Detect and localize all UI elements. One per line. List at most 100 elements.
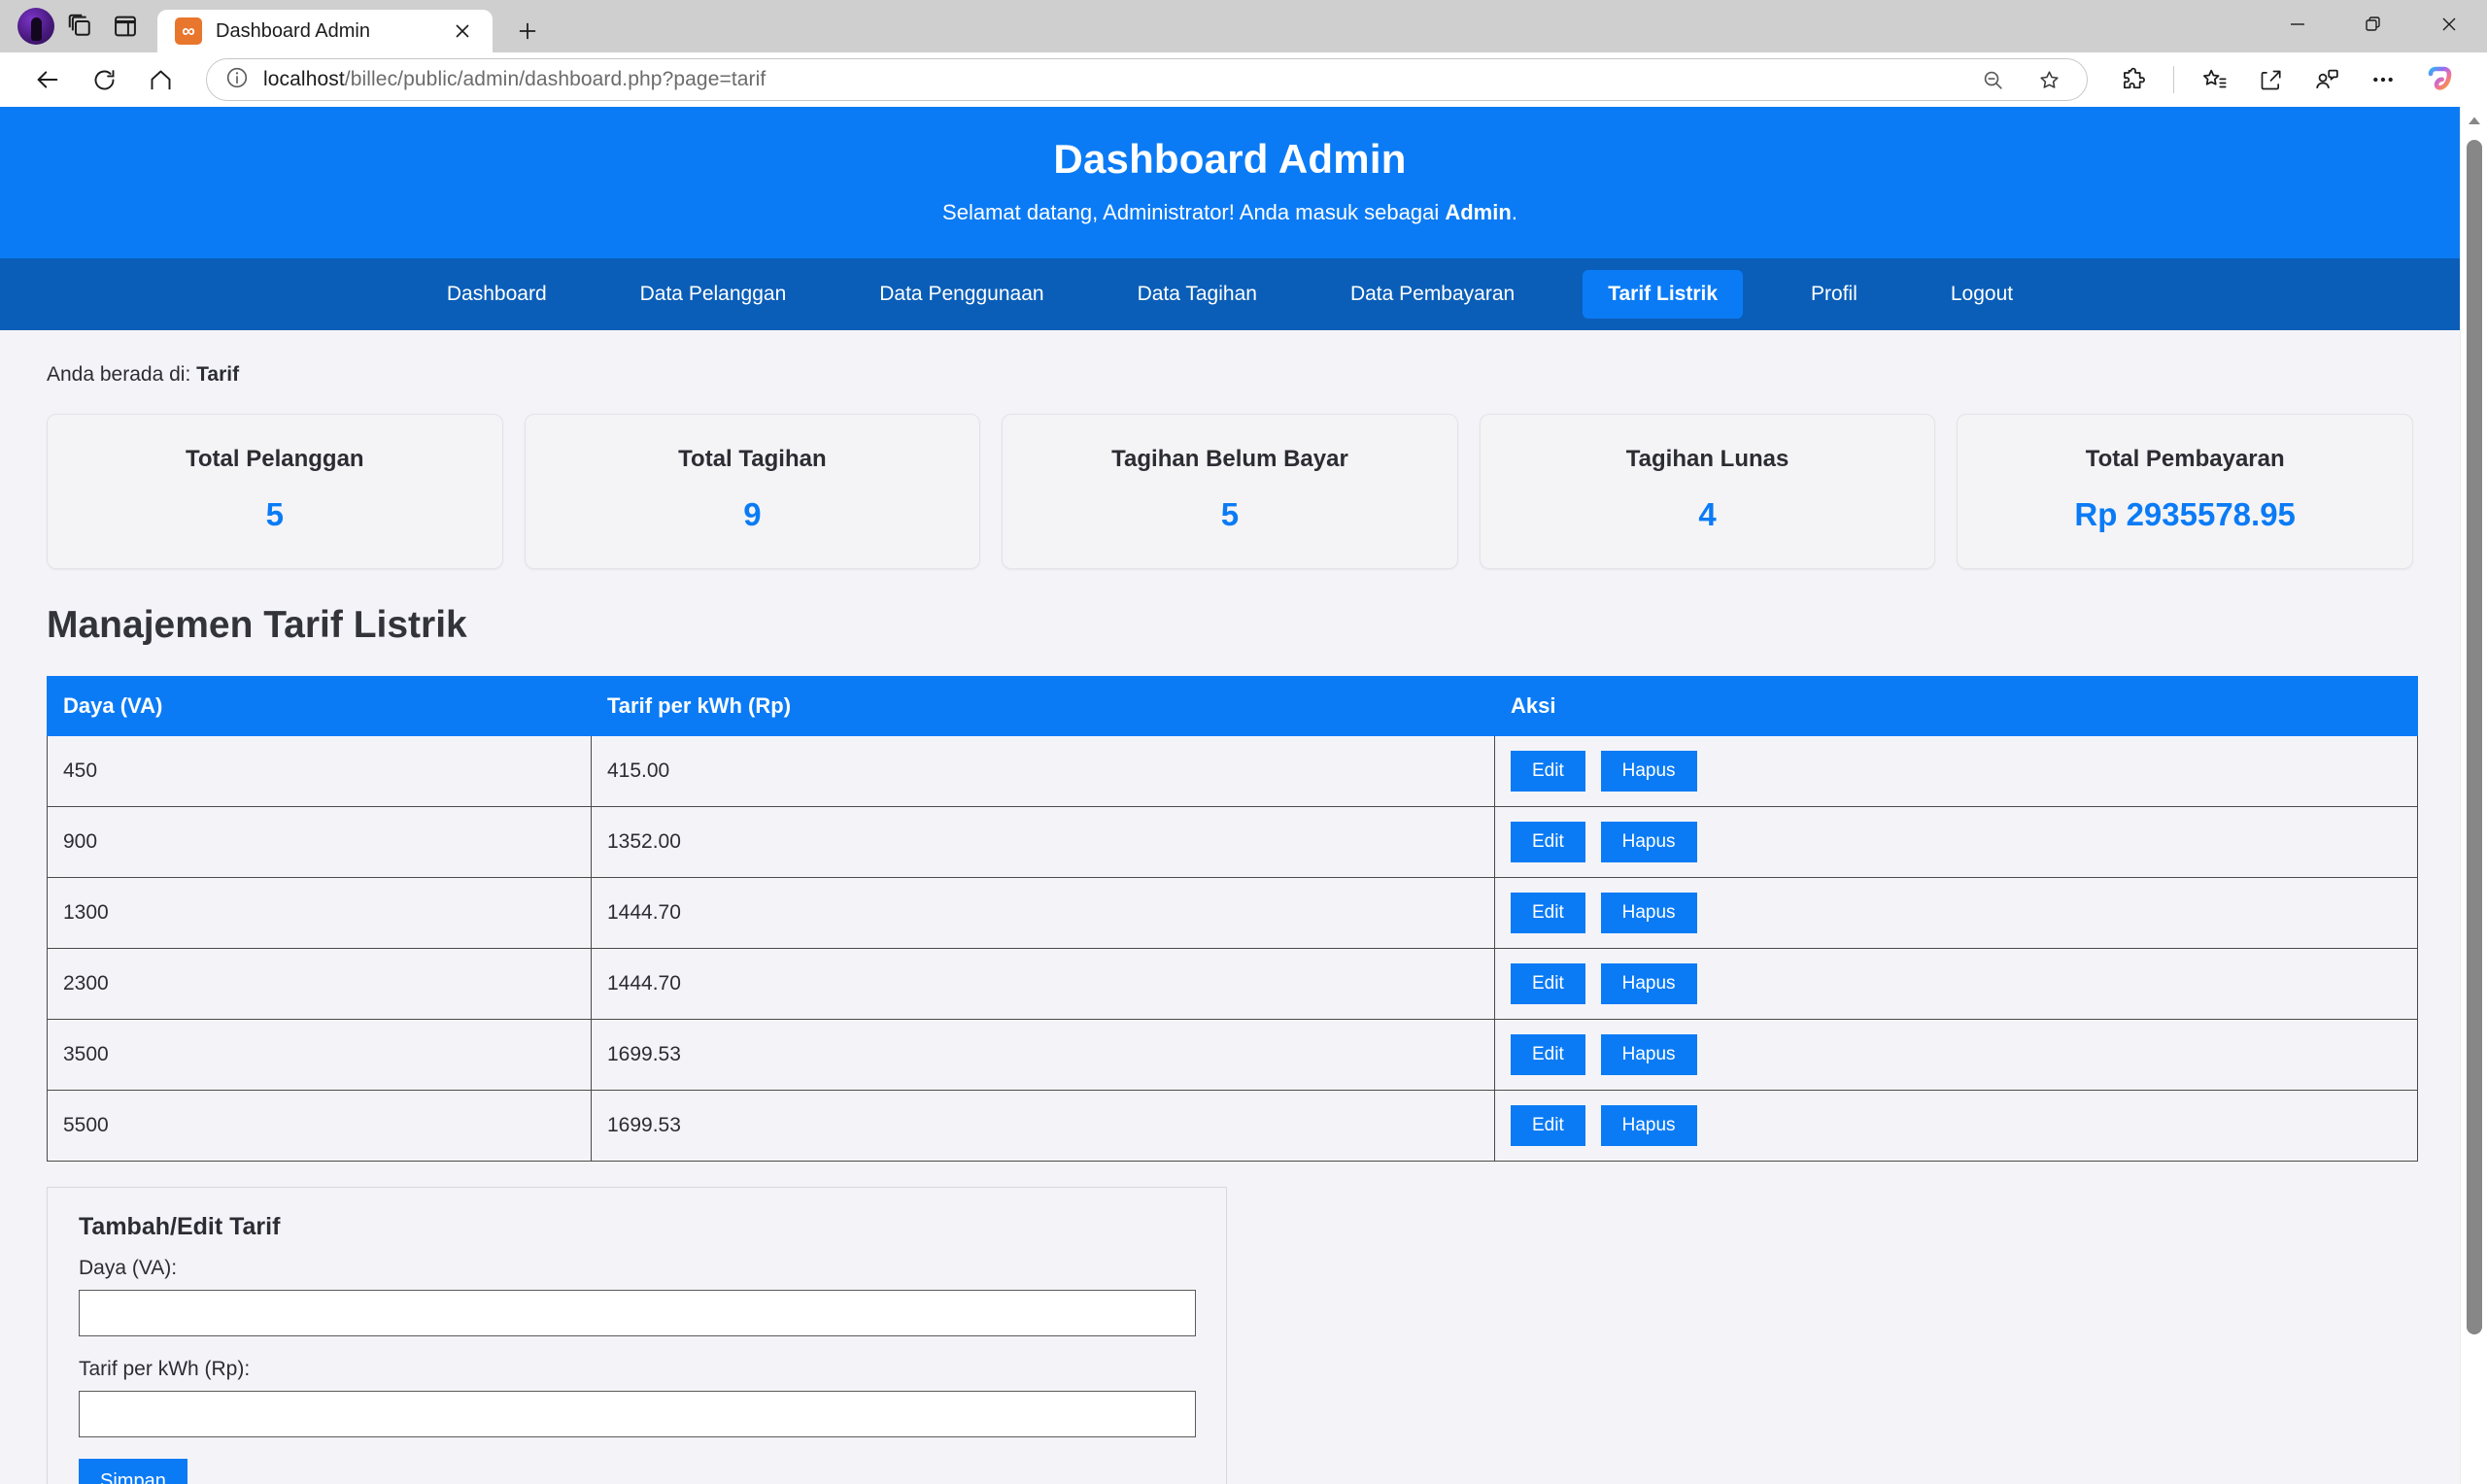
- nav-item-logout[interactable]: Logout: [1925, 270, 2038, 319]
- table-row: 3500 1699.53 Edit Hapus: [47, 1019, 2418, 1091]
- nav-item-dashboard[interactable]: Dashboard: [422, 270, 572, 319]
- nav-item-data-pembayaran[interactable]: Data Pembayaran: [1325, 270, 1540, 319]
- table-row: 5500 1699.53 Edit Hapus: [47, 1090, 2418, 1162]
- page-viewport: Dashboard Admin Selamat datang, Administ…: [0, 107, 2487, 1484]
- daya-input[interactable]: [79, 1290, 1196, 1336]
- hapus-button[interactable]: Hapus: [1600, 893, 1697, 933]
- scrollbar-thumb[interactable]: [2466, 140, 2482, 1334]
- cell-aksi: Edit Hapus: [1494, 735, 2418, 807]
- edit-button[interactable]: Edit: [1511, 963, 1585, 1004]
- share-icon[interactable]: [2244, 53, 2297, 106]
- stat-card-total-pelanggan: Total Pelanggan 5: [47, 414, 503, 569]
- app-header: Dashboard Admin Selamat datang, Administ…: [0, 107, 2460, 258]
- hapus-button[interactable]: Hapus: [1600, 1034, 1697, 1075]
- breadcrumb-current: Tarif: [196, 363, 240, 386]
- tarif-input[interactable]: [79, 1391, 1196, 1437]
- hapus-button[interactable]: Hapus: [1600, 751, 1697, 792]
- settings-more-icon[interactable]: [2357, 53, 2409, 106]
- cell-daya: 2300: [47, 948, 592, 1020]
- new-tab-button[interactable]: [504, 8, 551, 54]
- copilot-icon[interactable]: [2413, 53, 2466, 106]
- edit-button[interactable]: Edit: [1511, 822, 1585, 862]
- edit-button[interactable]: Edit: [1511, 751, 1585, 792]
- welcome-prefix: Selamat datang, Administrator! Anda masu…: [942, 200, 1446, 224]
- stat-card-value: 5: [1220, 496, 1240, 532]
- close-icon[interactable]: [2411, 0, 2487, 49]
- browser-tab[interactable]: ∞ Dashboard Admin: [157, 10, 493, 52]
- cell-tarif: 1699.53: [591, 1019, 1495, 1091]
- section-title: Manajemen Tarif Listrik: [47, 604, 467, 646]
- restore-icon[interactable]: [2335, 0, 2411, 49]
- edit-button[interactable]: Edit: [1511, 1034, 1585, 1075]
- hapus-button[interactable]: Hapus: [1600, 963, 1697, 1004]
- collections-icon[interactable]: [2188, 53, 2240, 106]
- cell-aksi: Edit Hapus: [1494, 877, 2418, 949]
- favorite-star-icon[interactable]: [2023, 53, 2075, 106]
- tab-actions-icon[interactable]: [103, 0, 148, 52]
- scroll-up-arrow-icon[interactable]: [2461, 107, 2487, 134]
- table-header-row: Daya (VA) Tarif per kWh (Rp) Aksi: [47, 676, 2418, 736]
- web-page: Dashboard Admin Selamat datang, Administ…: [0, 107, 2460, 1484]
- stat-card-title: Total Pembayaran: [2085, 446, 2285, 472]
- profile-avatar[interactable]: [14, 0, 58, 52]
- browser-essentials-icon[interactable]: [2300, 53, 2353, 106]
- cell-daya: 450: [47, 735, 592, 807]
- breadcrumb: Anda berada di: Tarif: [47, 363, 2413, 387]
- cell-tarif: 1352.00: [591, 806, 1495, 878]
- extensions-icon[interactable]: [2107, 53, 2160, 106]
- cell-daya: 1300: [47, 877, 592, 949]
- nav-item-data-pelanggan[interactable]: Data Pelanggan: [615, 270, 812, 319]
- stat-card-tagihan-belum-bayar: Tagihan Belum Bayar 5: [1002, 414, 1458, 569]
- minimize-icon[interactable]: [2260, 0, 2335, 49]
- favicon-glyph: ∞: [182, 20, 195, 42]
- edit-button[interactable]: Edit: [1511, 1105, 1585, 1146]
- stat-card-value: Rp 2935578.95: [2074, 496, 2296, 532]
- refresh-icon[interactable]: [78, 53, 130, 106]
- welcome-suffix: .: [1511, 200, 1517, 224]
- cell-aksi: Edit Hapus: [1494, 806, 2418, 878]
- tarif-label: Tarif per kWh (Rp):: [79, 1358, 251, 1380]
- nav-item-data-tagihan[interactable]: Data Tagihan: [1112, 270, 1282, 319]
- zoom-out-icon[interactable]: [1966, 53, 2019, 106]
- site-info-icon[interactable]: [224, 65, 250, 95]
- simpan-button[interactable]: Simpan: [79, 1459, 187, 1484]
- column-header-aksi: Aksi: [1494, 676, 2418, 736]
- hapus-button[interactable]: Hapus: [1600, 1105, 1697, 1146]
- back-icon[interactable]: [21, 53, 74, 106]
- hapus-button[interactable]: Hapus: [1600, 822, 1697, 862]
- edit-button[interactable]: Edit: [1511, 893, 1585, 933]
- page-heading: Dashboard Admin: [1053, 136, 1407, 182]
- workspaces-icon[interactable]: [58, 0, 103, 52]
- nav-item-tarif-listrik[interactable]: Tarif Listrik: [1583, 270, 1744, 319]
- stat-card-value: 9: [743, 496, 762, 532]
- home-icon[interactable]: [134, 53, 187, 106]
- stat-cards: Total Pelanggan 5 Total Tagihan 9 Tagiha…: [47, 414, 2413, 569]
- page-scrollbar[interactable]: [2460, 107, 2487, 1484]
- table-body: 450 415.00 Edit Hapus 900 1352.00 Edit H…: [47, 735, 2418, 1162]
- address-bar[interactable]: localhost/billec/public/admin/dashboard.…: [206, 58, 2088, 101]
- cell-daya: 5500: [47, 1090, 592, 1162]
- cell-tarif: 415.00: [591, 735, 1495, 807]
- browser-window: ∞ Dashboard Admin localhost/billec/publi…: [0, 0, 2487, 1484]
- table-head: Daya (VA) Tarif per kWh (Rp) Aksi: [47, 676, 2418, 736]
- close-tab-icon[interactable]: [446, 15, 479, 48]
- browser-toolbar: localhost/billec/public/admin/dashboard.…: [0, 52, 2487, 107]
- breadcrumb-prefix: Anda berada di:: [47, 363, 197, 386]
- window-controls: [2260, 0, 2487, 52]
- nav-item-data-penggunaan[interactable]: Data Penggunaan: [854, 270, 1069, 319]
- tab-strip: ∞ Dashboard Admin: [0, 0, 2487, 52]
- nav-item-profil[interactable]: Profil: [1786, 270, 1883, 319]
- table-row: 900 1352.00 Edit Hapus: [47, 806, 2418, 878]
- table-row: 450 415.00 Edit Hapus: [47, 735, 2418, 807]
- column-header-tarif: Tarif per kWh (Rp): [591, 676, 1495, 736]
- cell-tarif: 1699.53: [591, 1090, 1495, 1162]
- stat-card-title: Total Pelanggan: [186, 446, 364, 472]
- stat-card-total-tagihan: Total Tagihan 9: [524, 414, 981, 569]
- url-path: /billec/public/admin/dashboard.php?page=…: [344, 68, 767, 90]
- main-navigation: Dashboard Data Pelanggan Data Penggunaan…: [0, 258, 2460, 330]
- scrollbar-track[interactable]: [2461, 134, 2487, 1484]
- toolbar-divider: [2173, 66, 2174, 93]
- url-host: localhost: [263, 68, 345, 90]
- cell-daya: 3500: [47, 1019, 592, 1091]
- table-row: 2300 1444.70 Edit Hapus: [47, 948, 2418, 1020]
